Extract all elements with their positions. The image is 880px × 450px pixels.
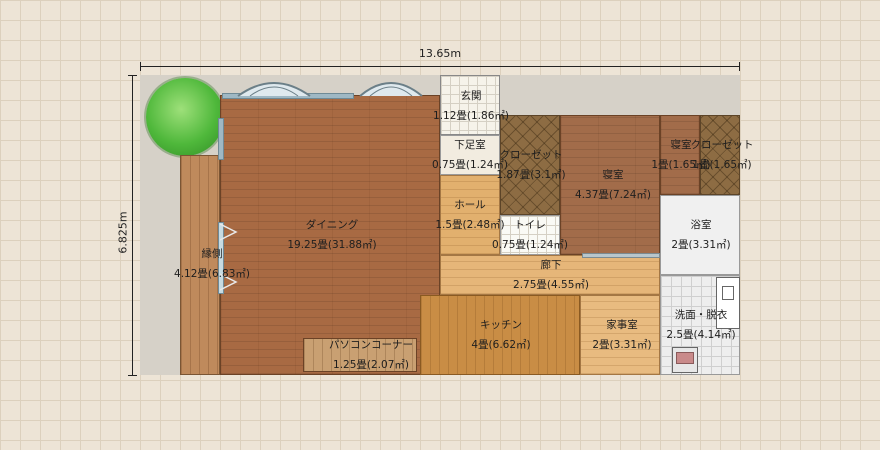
label-senmen-name: 洗面・脱衣 [674, 309, 728, 321]
label-yokushitsu-name: 浴室 [690, 219, 712, 231]
label-genkan-name: 玄関 [460, 90, 482, 102]
width-dimension-tick-right [739, 62, 740, 71]
width-dimension-tick-left [140, 62, 141, 71]
room-yokushitsu[interactable] [660, 195, 740, 275]
label-yokushitsu-area: 2畳(3.31㎡) [671, 239, 731, 251]
room-closet-1[interactable] [500, 115, 560, 215]
height-dimension-tick-bottom [128, 375, 137, 376]
window-left-dining [218, 118, 224, 160]
sink-icon [672, 347, 698, 373]
label-kajishitsu-area: 2畳(3.31㎡) [592, 339, 652, 351]
label-pc-corner-area: 1.25畳(2.07㎡) [333, 359, 409, 371]
bay-window-2-icon [359, 82, 423, 97]
room-engawa[interactable] [180, 155, 220, 375]
label-senmen-area: 2.5畳(4.14㎡) [666, 329, 736, 341]
tree-icon [146, 78, 224, 156]
label-closet2-area: 1畳(1.65㎡) [692, 159, 752, 171]
label-rouka-area: 2.75畳(4.55㎡) [513, 279, 589, 291]
label-bedroom1-name: 寝室 [602, 169, 624, 181]
label-closet1-name: クローゼット [499, 149, 563, 161]
width-dimension-line [140, 66, 740, 67]
height-dimension-line [132, 75, 133, 375]
label-bedroom1-area: 4.37畳(7.24㎡) [575, 189, 651, 201]
label-rouka-name: 廊下 [540, 259, 562, 271]
label-closet2-name: クローゼット [690, 139, 754, 151]
label-dining-area: 19.25畳(31.88㎡) [287, 239, 377, 251]
label-pc-corner-name: パソコンコーナー [329, 339, 413, 351]
label-hall-name: ホール [454, 199, 486, 211]
label-kajishitsu-name: 家事室 [606, 319, 638, 331]
room-kitchen[interactable] [420, 295, 580, 375]
bay-window-1-icon [237, 82, 311, 97]
label-dining-name: ダイニング [305, 219, 359, 231]
room-hall[interactable] [440, 175, 500, 255]
label-engawa-name: 縁側 [201, 248, 223, 260]
width-dimension-label: 13.65m [418, 47, 462, 60]
label-toilet-name: トイレ [514, 219, 546, 231]
room-closet-2[interactable] [700, 115, 740, 195]
room-bedroom-2[interactable] [660, 115, 700, 195]
room-kajishitsu[interactable] [580, 295, 660, 375]
sliding-door [582, 253, 660, 258]
label-toilet-area: 0.75畳(1.24㎡) [492, 239, 568, 251]
label-bedroom2-name: 寝室 [670, 139, 692, 151]
height-dimension-tick-top [128, 75, 137, 76]
height-dimension-label: 6.825m [116, 211, 130, 254]
label-kitchen-name: キッチン [480, 319, 522, 331]
label-getashitsu-name: 下足室 [454, 139, 486, 151]
label-hall-area: 1.5畳(2.48㎡) [435, 219, 505, 231]
label-closet1-area: 1.87畳(3.1㎡) [496, 169, 566, 181]
room-bedroom-1[interactable] [560, 115, 660, 255]
label-kitchen-area: 4畳(6.62㎡) [471, 339, 531, 351]
label-engawa-area: 4.12畳(6.83㎡) [174, 268, 250, 280]
door-swing-icon [220, 223, 238, 291]
room-genkan[interactable] [440, 75, 500, 135]
label-genkan-area: 1.12畳(1.86㎡) [433, 110, 509, 122]
